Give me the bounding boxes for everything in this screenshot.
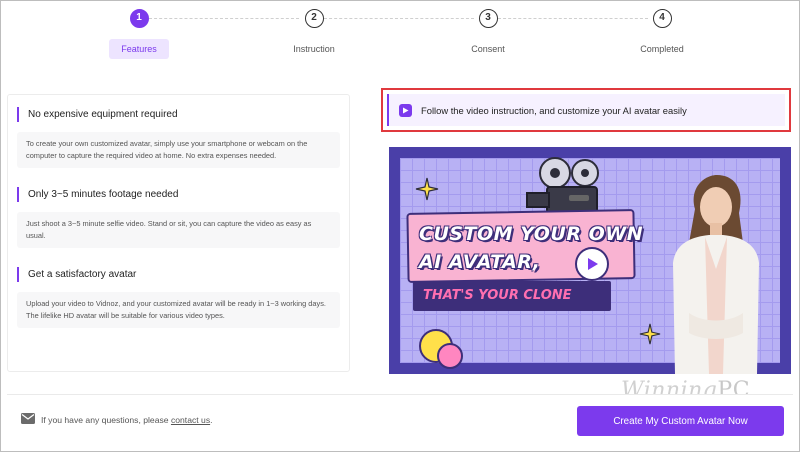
feature-title: Get a satisfactory avatar bbox=[17, 267, 340, 282]
step-label: Completed bbox=[640, 44, 684, 54]
step-label: Instruction bbox=[293, 44, 335, 54]
play-icon bbox=[588, 258, 598, 270]
avatar-presenter bbox=[673, 175, 759, 374]
feature-description: To create your own customized avatar, si… bbox=[17, 132, 340, 168]
instruction-banner: Follow the video instruction, and custom… bbox=[381, 88, 791, 132]
subtitle-text: THAT'S YOUR CLONE bbox=[423, 288, 572, 303]
step-instruction[interactable]: 2 Instruction bbox=[254, 9, 374, 59]
step-number: 1 bbox=[129, 9, 149, 28]
progress-stepper: 1 Features 2 Instruction 3 Consent 4 Com… bbox=[1, 9, 800, 69]
sparkle-icon bbox=[639, 323, 661, 345]
help-text-prefix: If you have any questions, please bbox=[41, 415, 171, 425]
create-avatar-button[interactable]: Create My Custom Avatar Now bbox=[577, 406, 784, 436]
step-label: Features bbox=[109, 39, 169, 59]
video-play-button[interactable] bbox=[575, 247, 609, 281]
instruction-content: Follow the video instruction, and custom… bbox=[387, 94, 785, 126]
sparkle-icon bbox=[415, 177, 439, 201]
help-text: If you have any questions, please contac… bbox=[41, 415, 213, 425]
feature-item: Get a satisfactory avatar Upload your vi… bbox=[17, 267, 340, 328]
contact-us-link[interactable]: contact us bbox=[171, 415, 210, 425]
instruction-text: Follow the video instruction, and custom… bbox=[421, 104, 687, 116]
step-number: 3 bbox=[478, 9, 498, 28]
mail-icon bbox=[21, 413, 35, 424]
feature-item: Only 3~5 minutes footage needed Just sho… bbox=[17, 187, 340, 248]
step-completed[interactable]: 4 Completed bbox=[602, 9, 722, 59]
feature-item: No expensive equipment required To creat… bbox=[17, 107, 340, 168]
step-consent[interactable]: 3 Consent bbox=[428, 9, 548, 59]
help-text-suffix: . bbox=[210, 415, 213, 425]
step-number: 2 bbox=[304, 9, 324, 28]
features-panel: No expensive equipment required To creat… bbox=[7, 94, 350, 372]
feature-description: Upload your video to Vidnoz, and your cu… bbox=[17, 292, 340, 328]
instruction-video[interactable]: CUSTOM YOUR OWN AI AVATAR, THAT'S YOUR C… bbox=[389, 147, 791, 374]
headline-line-2: AI AVATAR, bbox=[419, 251, 541, 273]
decor-circle bbox=[437, 343, 463, 369]
film-camera-icon bbox=[526, 157, 599, 214]
feature-description: Just shoot a 3~5 minute selfie video. St… bbox=[17, 212, 340, 248]
headline-line-1: CUSTOM YOUR OWN bbox=[419, 223, 644, 245]
subtitle-card: THAT'S YOUR CLONE bbox=[413, 281, 611, 311]
play-icon bbox=[399, 103, 412, 117]
feature-title: No expensive equipment required bbox=[17, 107, 340, 122]
step-label: Consent bbox=[471, 44, 505, 54]
step-number: 4 bbox=[652, 9, 672, 28]
feature-title: Only 3~5 minutes footage needed bbox=[17, 187, 340, 202]
step-features[interactable]: 1 Features bbox=[79, 9, 199, 59]
footer-bar: If you have any questions, please contac… bbox=[7, 394, 793, 444]
